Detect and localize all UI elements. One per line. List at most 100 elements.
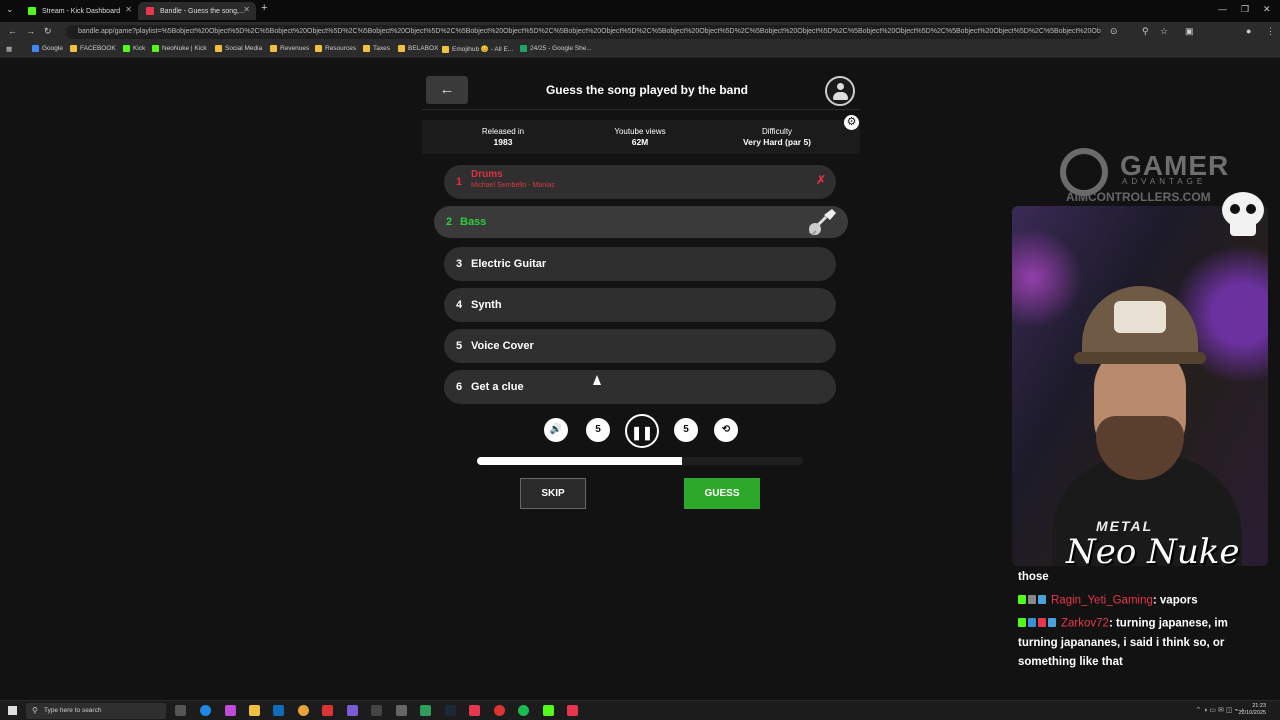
bass-guitar-icon — [808, 209, 836, 236]
cap-brim — [1074, 352, 1206, 364]
chat-username[interactable]: Zarkov72 — [1061, 618, 1109, 630]
bookmark-resources[interactable]: Resources — [315, 45, 356, 52]
back-button[interactable]: ← — [426, 76, 468, 104]
bookmark-taxes[interactable]: Taxes — [363, 45, 390, 52]
new-tab-icon[interactable]: + — [261, 2, 267, 14]
close-tab-icon[interactable]: ✕ — [243, 5, 250, 14]
bookmark-revenues[interactable]: Revenues — [270, 45, 309, 52]
forward-icon[interactable]: → — [26, 26, 35, 36]
bookmark-star-icon[interactable]: ☆ — [1160, 26, 1168, 37]
app-icon[interactable] — [494, 705, 505, 716]
user-account-button[interactable] — [825, 76, 855, 106]
stat-views: Youtube views 62M — [614, 127, 666, 147]
taskbar: ⚲ Type here to search ⌃ ◑ ▭ ✉ ◫ ⌁ ♪ 21:2… — [0, 700, 1280, 720]
chat-badges-icon — [1018, 591, 1048, 610]
app-icon[interactable] — [420, 705, 431, 716]
app-icon[interactable] — [469, 705, 480, 716]
bookmark-neonuke[interactable]: NeoNuke | Kick — [152, 45, 207, 52]
chat-message: Zarkov72: turning japanese, im turning j… — [1018, 614, 1264, 672]
taskbar-clock[interactable]: 21:23 22/10/2025 — [1238, 703, 1266, 717]
bookmark-google[interactable]: Google — [32, 45, 63, 52]
tab-kick-dashboard[interactable]: Stream - Kick Dashboard ✕ — [20, 2, 138, 20]
progress-fill — [477, 457, 683, 465]
outlook-icon[interactable] — [273, 705, 284, 716]
stream-chat: those Ragin_Yeti_Gaming: vapors Zarkov72… — [1012, 566, 1268, 676]
pause-button[interactable]: ❚❚ — [625, 414, 659, 448]
bookmarks-bar: ▦ Google FACEBOOK Kick NeoNuke | Kick So… — [0, 42, 1280, 58]
windows-start-icon[interactable] — [8, 706, 17, 715]
bandle-favicon-icon — [146, 7, 154, 15]
gear-icon[interactable]: ⚙ — [844, 115, 859, 130]
volume-icon[interactable]: 🔊 — [544, 418, 568, 442]
reload-icon[interactable]: ↻ — [44, 26, 52, 37]
guess-button[interactable]: GUESS — [684, 478, 760, 509]
chat-badges-icon — [1018, 614, 1058, 633]
app-icon[interactable] — [225, 705, 236, 716]
app-icon[interactable] — [567, 705, 578, 716]
bookmark-facebook[interactable]: FACEBOOK — [70, 45, 116, 52]
bookmark-emojihub[interactable]: Emojihub 😊 - All E... — [442, 45, 513, 53]
close-window-icon[interactable]: ✕ — [1263, 4, 1271, 15]
maximize-icon[interactable]: ❐ — [1241, 4, 1249, 15]
extension-icon[interactable]: ⊙ — [1110, 26, 1118, 37]
user-icon-body — [833, 92, 848, 100]
folder-icon — [315, 45, 322, 52]
kick-icon — [152, 45, 159, 52]
skip-button[interactable]: SKIP — [520, 478, 586, 509]
playback-progress[interactable] — [477, 457, 803, 465]
bookmark-google-sheets[interactable]: 24/25 - Google She... — [520, 45, 592, 52]
instrument-row-clue[interactable]: 6 Get a clue — [444, 370, 836, 404]
forward-5-icon[interactable]: 5 — [674, 418, 698, 442]
minimize-icon[interactable]: — — [1218, 4, 1227, 14]
instrument-row-drums: 1 Drums Michael Sembello - Maniac ✗ — [444, 165, 836, 199]
profile-icon[interactable]: ● — [1246, 26, 1251, 36]
bookmark-social-media[interactable]: Social Media — [215, 45, 262, 52]
chrome-icon[interactable] — [298, 705, 309, 716]
app-icon[interactable] — [322, 705, 333, 716]
app-icon[interactable] — [396, 705, 407, 716]
task-view-icon[interactable] — [175, 705, 186, 716]
chat-username[interactable]: Ragin_Yeti_Gaming — [1051, 595, 1153, 607]
kick-icon[interactable] — [543, 705, 554, 716]
app-icon[interactable] — [347, 705, 358, 716]
close-tab-icon[interactable]: ✕ — [125, 5, 132, 14]
rewind-5-icon[interactable]: 5 — [586, 418, 610, 442]
repeat-icon[interactable]: ⟲ — [714, 418, 738, 442]
address-bar: ← → ↻ bandle.app/game?playlist=%5Bobject… — [0, 22, 1280, 42]
game-header: ← Guess the song played by the band — [422, 72, 860, 110]
bookmark-kick[interactable]: Kick — [123, 45, 145, 52]
kick-icon — [123, 45, 130, 52]
tab-title: Bandle - Guess the song,... — [160, 7, 245, 15]
tab-bandle[interactable]: Bandle - Guess the song,... ✕ — [138, 2, 256, 20]
wrong-guess: Michael Sembello - Maniac — [471, 182, 556, 189]
google-icon — [32, 45, 39, 52]
file-explorer-icon[interactable] — [249, 705, 260, 716]
system-tray-icons[interactable]: ⌃ ◑ ▭ ✉ ◫ ⌁ ♪ — [1195, 706, 1244, 714]
sheets-icon — [520, 45, 527, 52]
tab-search-icon[interactable]: ⌄ — [6, 4, 14, 15]
taskbar-search[interactable]: ⚲ Type here to search — [26, 703, 166, 719]
zoom-icon[interactable]: ⚲ — [1142, 26, 1149, 37]
steam-icon[interactable] — [445, 705, 456, 716]
mouse-cursor-icon — [593, 375, 601, 385]
folder-icon — [398, 45, 405, 52]
spotify-icon[interactable] — [518, 705, 529, 716]
edge-icon[interactable] — [200, 705, 211, 716]
bookmark-belabox[interactable]: BELABOX — [398, 45, 438, 52]
folder-icon — [363, 45, 370, 52]
tab-title: Stream - Kick Dashboard — [42, 7, 121, 15]
menu-icon[interactable]: ⋮ — [1266, 26, 1275, 37]
instrument-row-bass[interactable]: 2 Bass — [434, 206, 848, 238]
back-icon[interactable]: ← — [8, 26, 17, 36]
folder-icon — [215, 45, 222, 52]
app-icon[interactable] — [371, 705, 382, 716]
logo-ring-icon — [1060, 148, 1108, 196]
chat-message: Ragin_Yeti_Gaming: vapors — [1018, 591, 1264, 611]
tab-strip: ⌄ Stream - Kick Dashboard ✕ Bandle - Gue… — [0, 0, 1280, 22]
url-field[interactable]: bandle.app/game?playlist=%5Bobject%20Obj… — [66, 25, 1101, 39]
song-stats: Released in 1983 Youtube views 62M Diffi… — [422, 120, 860, 154]
extensions-icon[interactable]: ▣ — [1185, 26, 1194, 37]
webcam-feed — [1012, 206, 1268, 566]
arrow-left-icon: ← — [439, 81, 455, 98]
apps-icon[interactable]: ▦ — [6, 45, 12, 53]
